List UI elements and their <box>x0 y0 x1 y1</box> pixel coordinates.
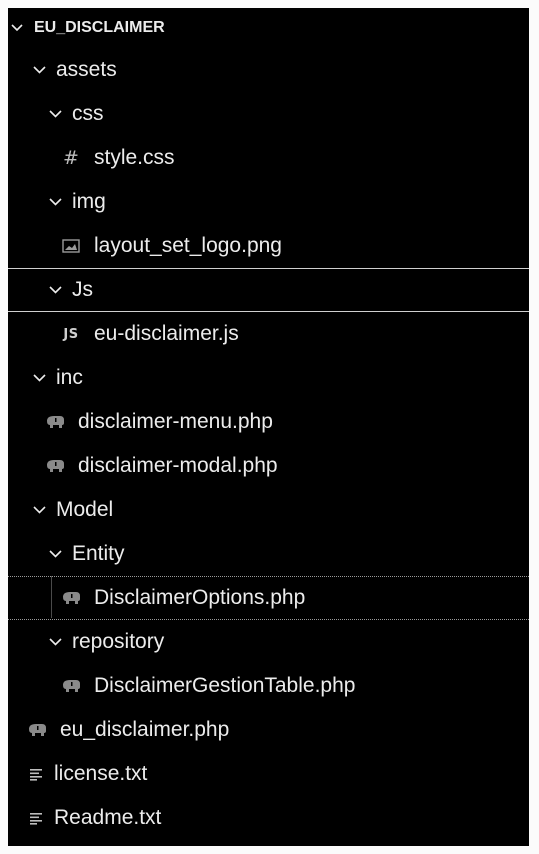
chevron-down-icon[interactable] <box>48 107 62 121</box>
tree-item-label: eu-disclaimer.js <box>94 322 239 345</box>
tree-item-label: style.css <box>94 146 175 169</box>
php-elephant-icon <box>44 412 66 432</box>
tree-item-label: repository <box>72 630 165 653</box>
tree-item-inc-folder[interactable]: inc <box>8 356 529 400</box>
tree-item-label: disclaimer-menu.php <box>78 410 273 433</box>
tree-item-label: Js <box>72 278 93 301</box>
tree-item-label: css <box>72 102 104 125</box>
tree-item-label: eu_disclaimer.php <box>60 718 230 741</box>
tree-item-eu-disclaimer-js[interactable]: JS eu-disclaimer.js <box>8 312 529 356</box>
chevron-down-icon[interactable] <box>10 21 24 35</box>
tree-item-license-txt[interactable]: license.txt <box>8 752 529 796</box>
tree-item-label: layout_set_logo.png <box>94 234 282 257</box>
chevron-down-icon[interactable] <box>32 371 46 385</box>
indent-guide <box>51 576 52 618</box>
file-explorer: EU_DISCLAIMER assets css # style.css img… <box>8 8 529 846</box>
php-elephant-icon <box>26 720 48 740</box>
tree-item-js-folder[interactable]: Js <box>8 268 529 312</box>
tree-item-style-css[interactable]: # style.css <box>8 136 529 180</box>
tree-item-assets[interactable]: assets <box>8 48 529 92</box>
tree-item-model-folder[interactable]: Model <box>8 488 529 532</box>
tree-item-disclaimer-menu-php[interactable]: disclaimer-menu.php <box>8 400 529 444</box>
chevron-down-icon[interactable] <box>32 63 46 77</box>
hash-icon: # <box>63 147 79 169</box>
php-elephant-icon <box>44 456 66 476</box>
root-folder-label: EU_DISCLAIMER <box>34 19 165 36</box>
text-lines-icon <box>28 808 44 828</box>
chevron-down-icon[interactable] <box>32 503 46 517</box>
php-elephant-icon <box>60 676 82 696</box>
tree-item-label: Model <box>56 498 114 521</box>
tree-item-disclaimer-modal-php[interactable]: disclaimer-modal.php <box>8 444 529 488</box>
tree-item-disclaimer-options-php[interactable]: DisclaimerOptions.php <box>8 576 529 620</box>
tree-item-label: Readme.txt <box>54 806 162 829</box>
js-file-icon: JS <box>63 326 79 342</box>
tree-item-label: DisclaimerGestionTable.php <box>94 674 356 697</box>
tree-item-css-folder[interactable]: css <box>8 92 529 136</box>
tree-item-label: img <box>72 190 106 213</box>
tree-item-repository-folder[interactable]: repository <box>8 620 529 664</box>
tree-item-disclaimer-gestion-table-php[interactable]: DisclaimerGestionTable.php <box>8 664 529 708</box>
explorer-root-folder[interactable]: EU_DISCLAIMER <box>8 8 529 48</box>
tree-item-layout-set-logo[interactable]: layout_set_logo.png <box>8 224 529 268</box>
tree-item-label: disclaimer-modal.php <box>78 454 278 477</box>
chevron-down-icon[interactable] <box>48 547 62 561</box>
tree-item-eu-disclaimer-php[interactable]: eu_disclaimer.php <box>8 708 529 752</box>
tree-item-entity-folder[interactable]: Entity <box>8 532 529 576</box>
tree-item-label: DisclaimerOptions.php <box>94 586 306 609</box>
tree-item-label: inc <box>56 366 83 389</box>
tree-item-label: assets <box>56 58 117 81</box>
tree-item-label: license.txt <box>54 762 148 785</box>
text-lines-icon <box>28 764 44 784</box>
image-file-icon <box>60 236 82 256</box>
chevron-down-icon[interactable] <box>48 635 62 649</box>
tree-item-readme-txt[interactable]: Readme.txt <box>8 796 529 840</box>
chevron-down-icon[interactable] <box>48 283 62 297</box>
tree-item-img-folder[interactable]: img <box>8 180 529 224</box>
chevron-down-icon[interactable] <box>48 195 62 209</box>
tree-item-label: Entity <box>72 542 125 565</box>
php-elephant-icon <box>60 588 82 608</box>
